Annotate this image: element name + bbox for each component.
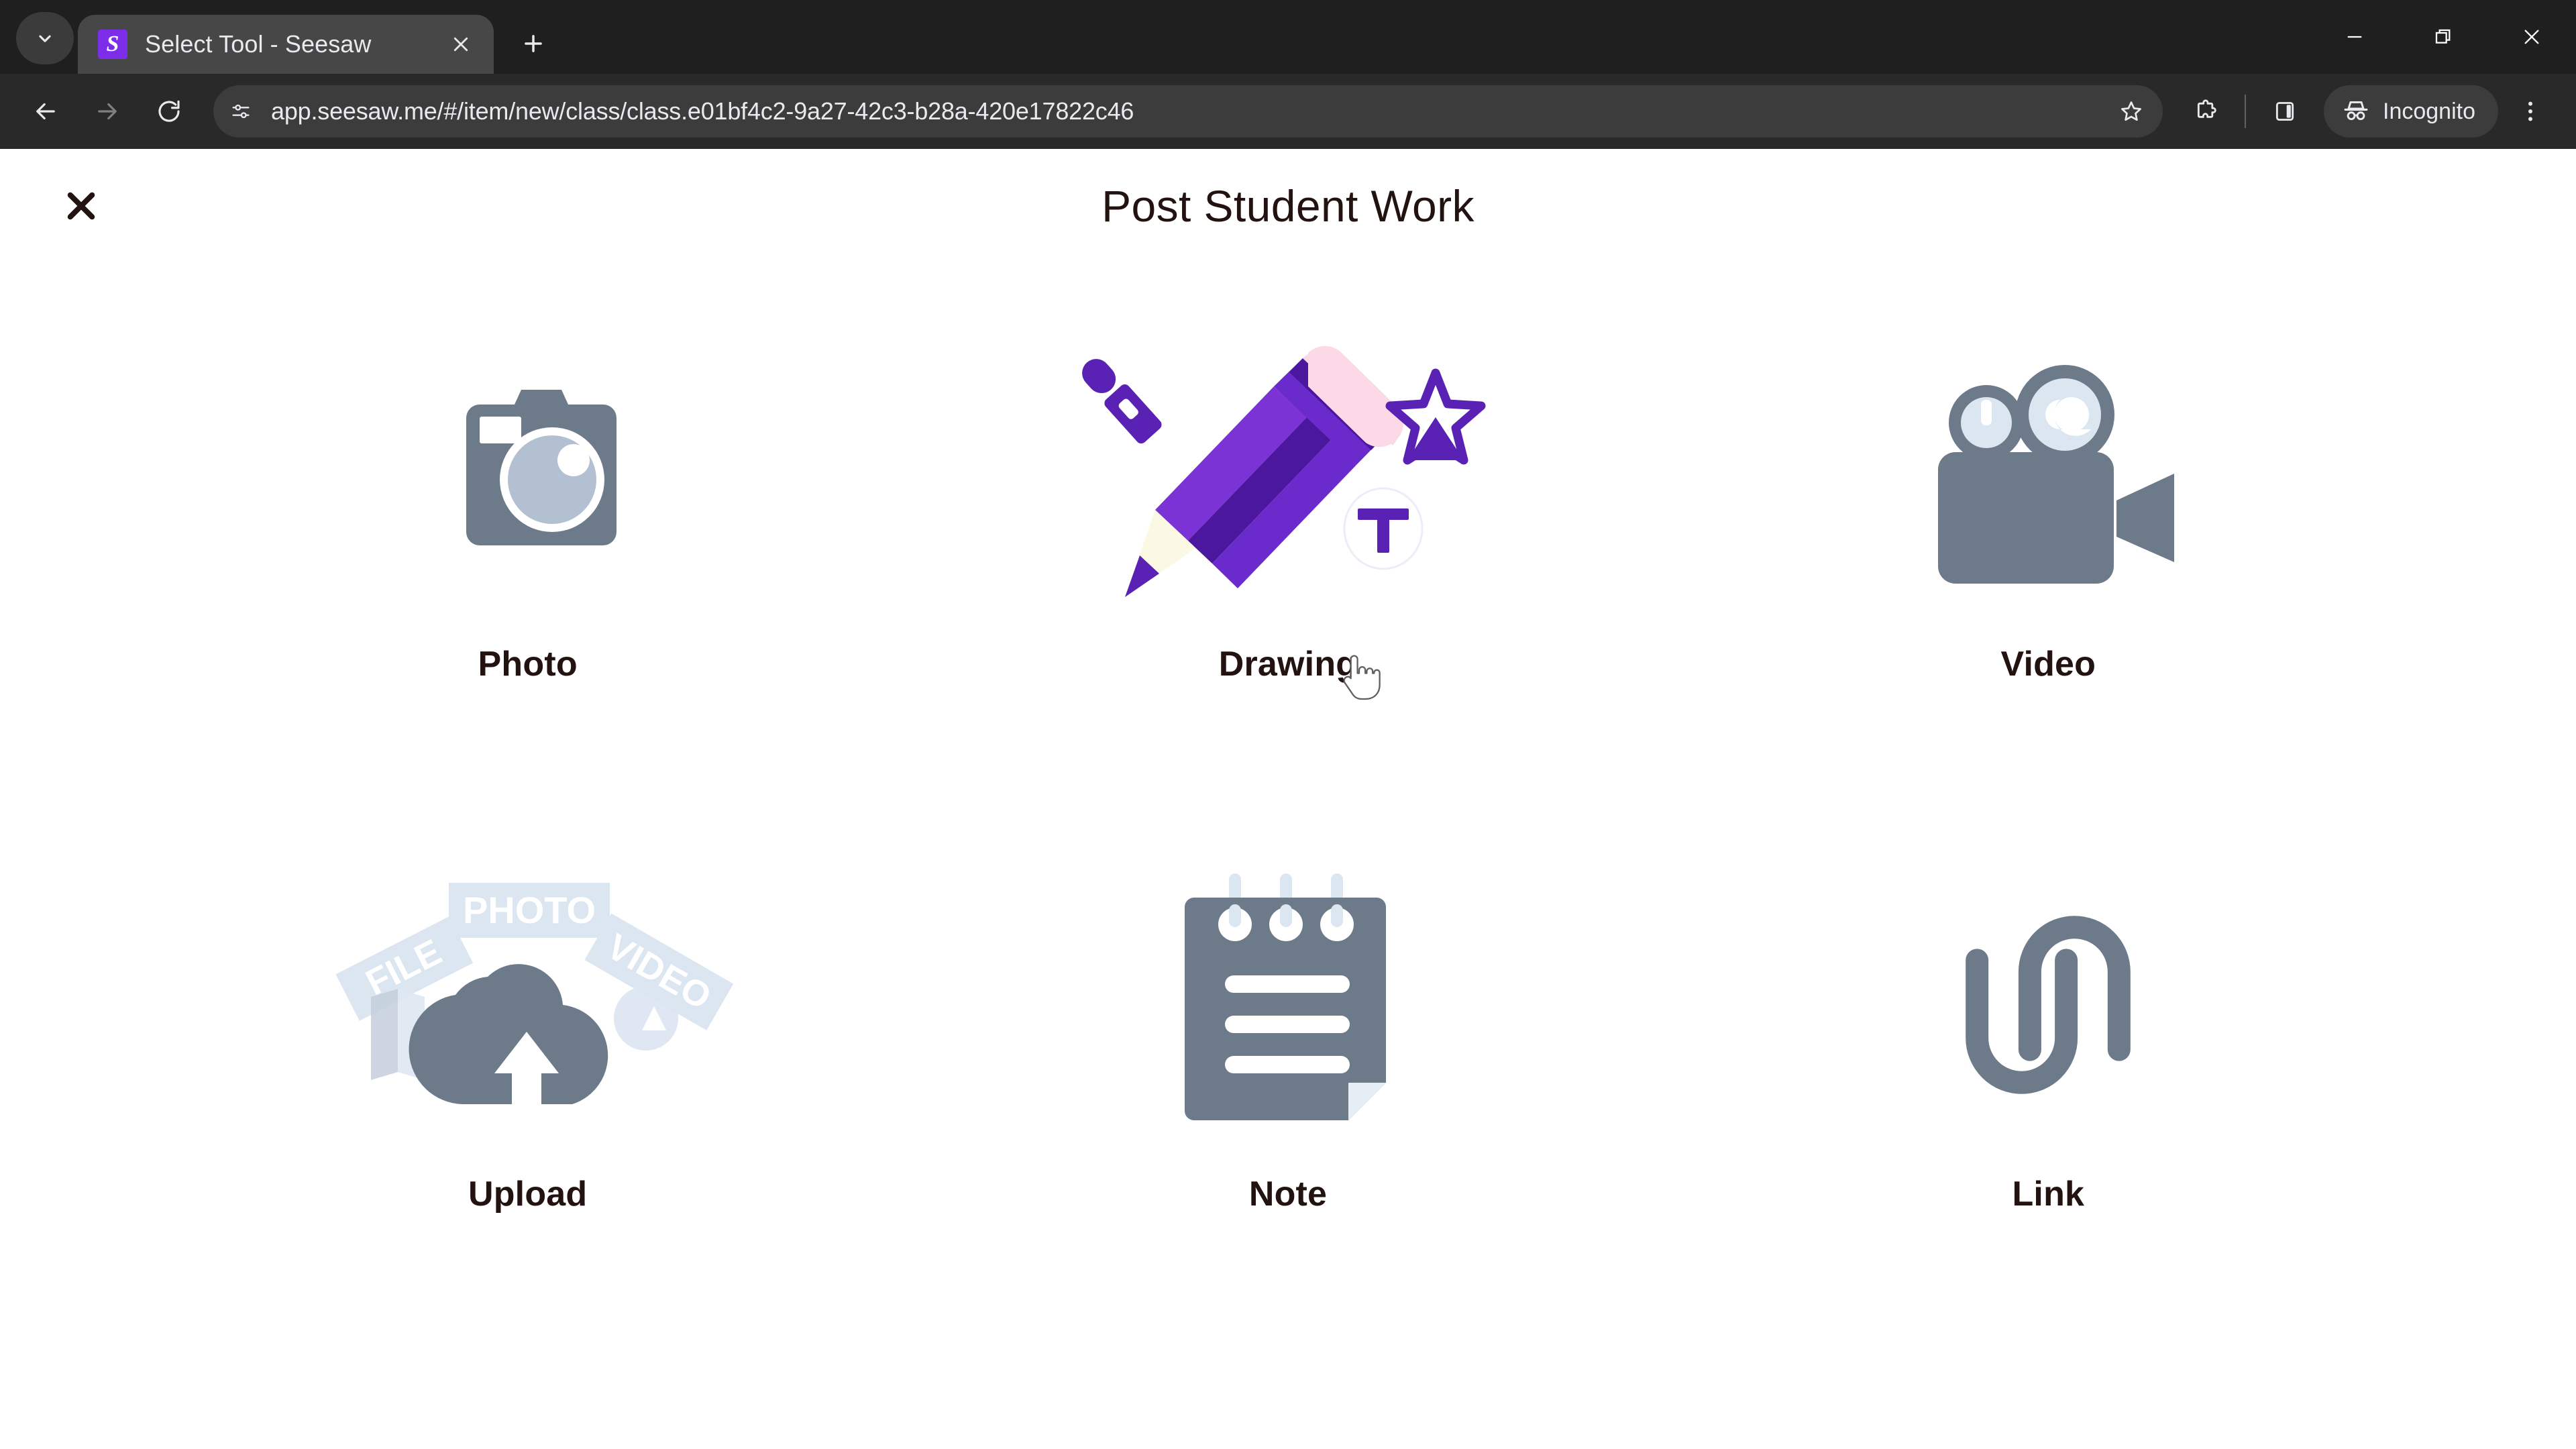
upload-art: FILE PHOTO VIDEO [148, 817, 908, 1193]
site-info-button[interactable] [220, 91, 262, 132]
page-title: Post Student Work [1102, 181, 1474, 231]
link-art [1668, 817, 2428, 1193]
close-modal-button[interactable] [52, 177, 110, 235]
page-header: Post Student Work [0, 149, 2576, 263]
tool-option-link[interactable]: Link [1668, 817, 2428, 1347]
puzzle-piece-icon [2197, 99, 2216, 118]
address-bar[interactable]: app.seesaw.me/#/item/new/class/class.e01… [213, 85, 2163, 138]
note-art [908, 817, 1668, 1193]
cloud-upload-icon: FILE PHOTO VIDEO [335, 883, 733, 1124]
back-button[interactable] [17, 83, 74, 140]
chevron-down-icon [39, 35, 51, 42]
incognito-indicator[interactable]: Incognito [2324, 85, 2498, 138]
browser-tab[interactable]: S Select Tool - Seesaw [78, 15, 494, 74]
favicon-letter: S [106, 32, 119, 56]
tab-strip: S Select Tool - Seesaw [0, 0, 2576, 74]
tool-option-upload[interactable]: FILE PHOTO VIDEO Upload [148, 817, 908, 1347]
microphone-icon [1082, 359, 1162, 444]
tab-title: Select Tool - Seesaw [145, 30, 372, 58]
reload-button[interactable] [141, 83, 197, 140]
drawing-art [908, 287, 1668, 663]
restore-icon [2435, 29, 2451, 44]
star-icon [2121, 101, 2141, 121]
close-icon [2524, 30, 2539, 44]
upload-tag-photo: PHOTO [448, 883, 610, 938]
browser-window: S Select Tool - Seesaw app.seesaw.me/#/i… [0, 0, 2576, 1449]
extensions-button[interactable] [2178, 83, 2234, 140]
tab-close-button[interactable] [443, 26, 479, 62]
close-icon [67, 192, 95, 220]
tool-option-note[interactable]: Note [908, 817, 1668, 1347]
notepad-icon [1184, 873, 1386, 1120]
forward-button[interactable] [79, 83, 136, 140]
forward-arrow-icon [98, 103, 117, 120]
url-text[interactable]: app.seesaw.me/#/item/new/class/class.e01… [271, 97, 2109, 125]
browser-menu-button[interactable] [2502, 83, 2559, 140]
side-panel-icon [2275, 102, 2294, 121]
seesaw-select-tool-page: Post Student Work Photo Drawing Video FI… [0, 149, 2576, 1449]
tool-option-drawing[interactable]: Drawing [908, 287, 1668, 817]
window-close-button[interactable] [2487, 0, 2576, 74]
window-controls [2310, 0, 2576, 74]
camera-icon [466, 390, 616, 545]
reload-icon [158, 100, 180, 122]
tool-option-photo[interactable]: Photo [148, 287, 908, 817]
video-art [1668, 287, 2428, 663]
tool-option-video[interactable]: Video [1668, 287, 2428, 817]
browser-toolbar: app.seesaw.me/#/item/new/class/class.e01… [0, 74, 2576, 149]
maximize-button[interactable] [2399, 0, 2487, 74]
toolbar-divider [2245, 95, 2246, 128]
video-camera-icon [1938, 365, 2175, 584]
back-arrow-icon [36, 103, 55, 120]
incognito-label: Incognito [2383, 98, 2475, 124]
tab-search-button[interactable] [16, 12, 74, 64]
minimize-icon [2347, 36, 2362, 38]
bookmark-button[interactable] [2109, 89, 2153, 133]
tool-grid: Photo Drawing Video FILE PHOTO VIDEO Upl… [148, 263, 2428, 1347]
incognito-hat-icon [2344, 101, 2368, 121]
seesaw-favicon: S [98, 30, 127, 59]
plus-icon [525, 35, 542, 52]
photo-art [148, 287, 908, 663]
new-tab-button[interactable] [510, 20, 557, 67]
close-icon [453, 37, 468, 52]
three-dot-menu-icon [2528, 101, 2532, 121]
pencil-drawing-icon [1082, 345, 1486, 597]
minimize-button[interactable] [2310, 0, 2399, 74]
text-tool-icon [1343, 487, 1424, 570]
chain-link-icon [1966, 916, 2131, 1094]
star-icon [1385, 368, 1486, 465]
upload-tag-photo-text: PHOTO [463, 889, 596, 931]
tune-sliders-icon [232, 104, 250, 119]
side-panel-button[interactable] [2257, 83, 2313, 140]
